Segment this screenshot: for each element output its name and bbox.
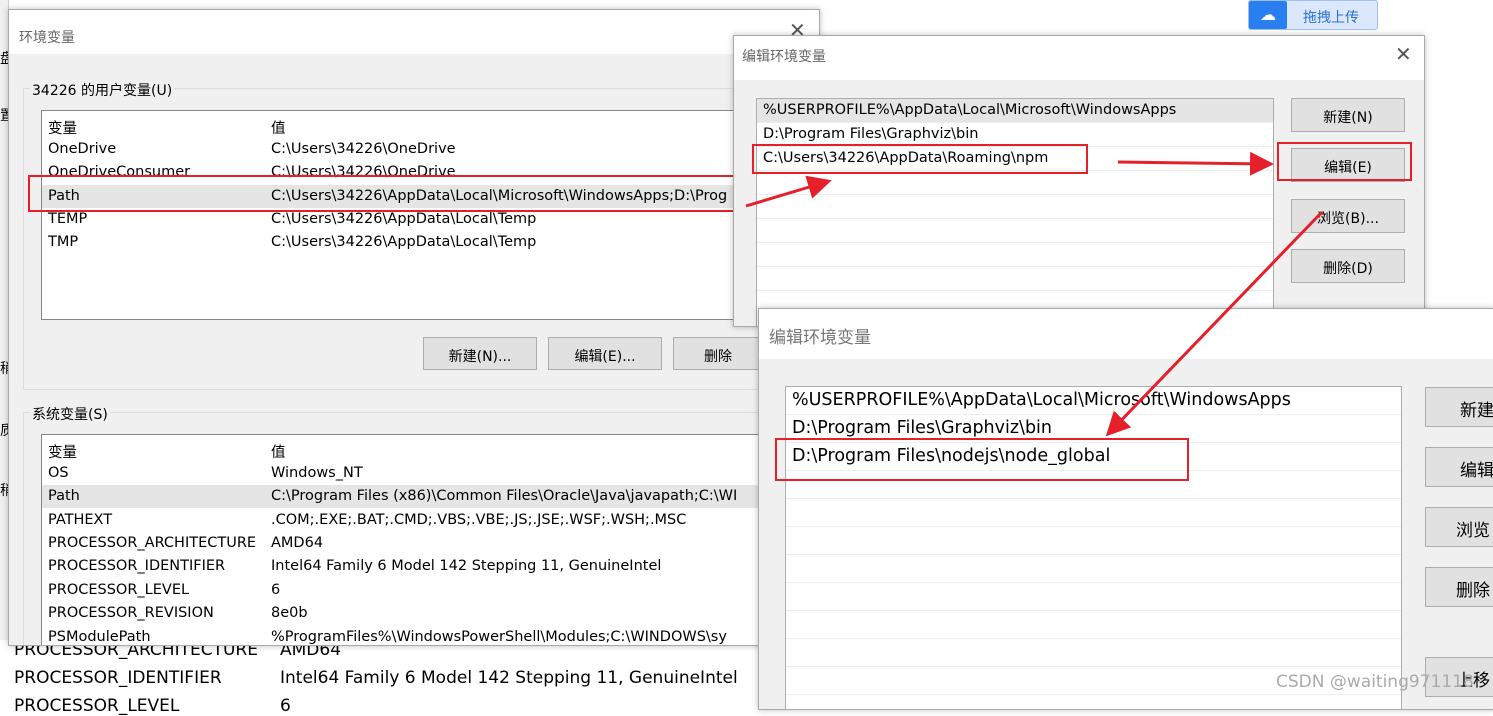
annotation-arrows [745,151,1324,437]
arrow-edit-button-to-result [1105,210,1324,437]
arrow-npm-to-edit-button [1117,151,1274,176]
watermark: CSDN @waiting971118 [1276,672,1474,692]
arrow-path-to-edit-dialog [745,175,832,208]
